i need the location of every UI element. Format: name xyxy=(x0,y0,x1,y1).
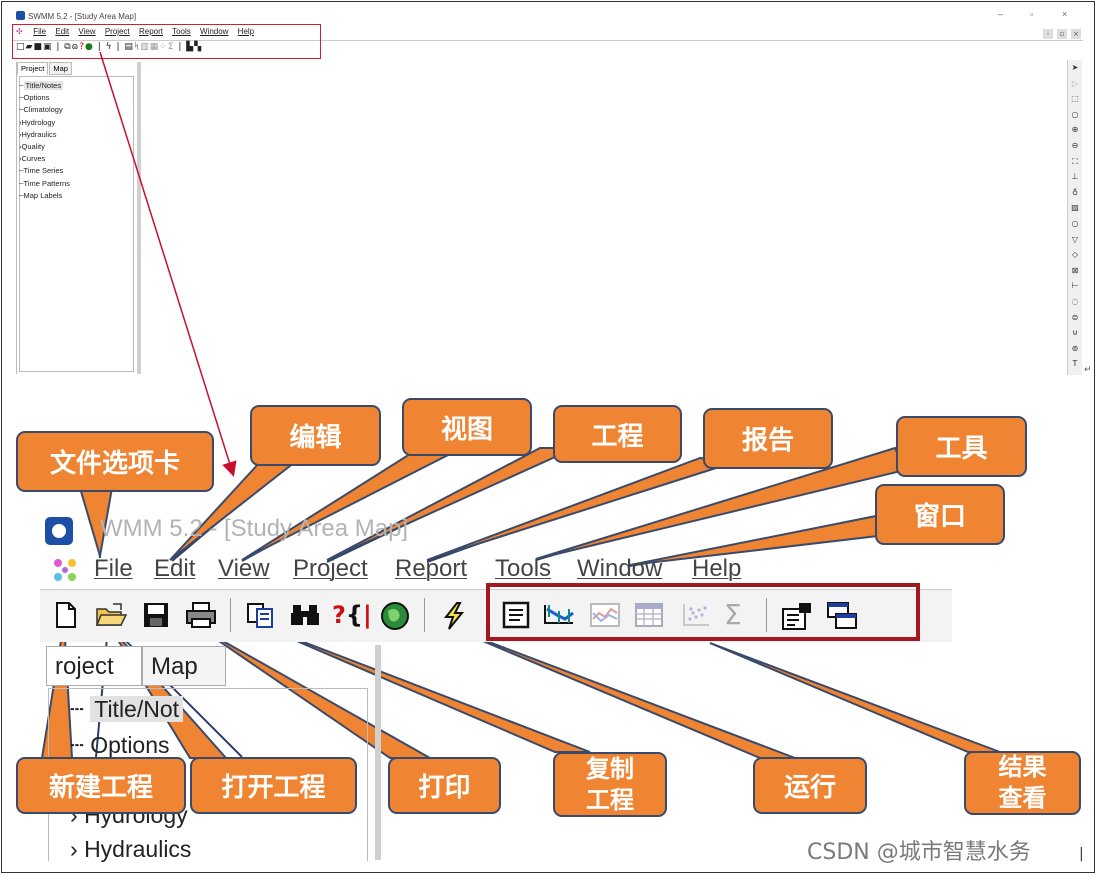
tab-map-zoomed[interactable]: Map xyxy=(142,646,226,686)
red-zoom-arrow xyxy=(99,51,237,477)
callout-view-results: 结果 查看 xyxy=(964,751,1081,815)
copy-clipboard-icon[interactable] xyxy=(245,601,275,635)
tail-run xyxy=(451,627,796,759)
new-file-icon[interactable] xyxy=(54,601,78,635)
callout-project: 工程 xyxy=(553,405,682,463)
callout-window: 窗口 xyxy=(875,484,1005,545)
callout-new-project: 新建工程 xyxy=(16,757,186,814)
menu-file-zoomed[interactable]: File xyxy=(94,555,133,583)
callout-file-tab: 文件选项卡 xyxy=(16,431,214,492)
callout-run: 运行 xyxy=(753,757,867,814)
printer-icon[interactable] xyxy=(185,601,217,635)
toolbar-separator xyxy=(424,598,425,632)
tree-item-title-notes-zoomed[interactable]: Title/Not xyxy=(90,696,184,722)
menu-tools-zoomed[interactable]: Tools xyxy=(495,555,551,583)
callout-edit: 编辑 xyxy=(250,405,381,466)
results-tools-highlight-box xyxy=(486,583,920,641)
menu-report-zoomed[interactable]: Report xyxy=(395,555,467,583)
mdi-grid-icon-large xyxy=(54,559,76,581)
callout-tools: 工具 xyxy=(896,416,1027,477)
menu-help-zoomed[interactable]: Help xyxy=(692,555,741,583)
menu-project-zoomed[interactable]: Project xyxy=(293,555,368,583)
csdn-watermark: CSDN @城市智慧水务 xyxy=(807,840,1031,865)
globe-map-icon[interactable] xyxy=(380,601,410,637)
tab-project-zoomed[interactable]: roject xyxy=(46,646,142,686)
callout-report: 报告 xyxy=(703,408,833,469)
callout-open-project: 打开工程 xyxy=(190,757,357,814)
callout-view: 视图 xyxy=(402,398,532,456)
expand-chevron-icon[interactable]: › xyxy=(70,836,78,862)
save-disk-icon[interactable] xyxy=(142,601,170,635)
zoomed-window-title: WMM 5.2 - [Study Area Map] xyxy=(100,515,409,542)
tail-view-results xyxy=(709,642,1001,753)
query-icon-large[interactable]: ?{| xyxy=(332,601,372,629)
swmm-app-icon-large xyxy=(45,517,73,545)
binoculars-find-icon[interactable] xyxy=(289,601,321,635)
menu-view-zoomed[interactable]: View xyxy=(218,555,270,583)
text-cursor-mark: | xyxy=(1079,846,1084,862)
open-folder-icon[interactable] xyxy=(95,601,128,635)
tree-item-options-zoomed[interactable]: Options xyxy=(90,732,169,758)
menu-edit-zoomed[interactable]: Edit xyxy=(154,555,195,583)
callout-print: 打印 xyxy=(388,757,501,814)
menu-window-zoomed[interactable]: Window xyxy=(577,555,662,583)
toolbar-separator xyxy=(230,598,231,632)
callout-copy-project: 复制 工程 xyxy=(553,752,667,817)
run-lightning-icon[interactable] xyxy=(440,601,468,637)
tree-item-hydraulics-zoomed[interactable]: Hydraulics xyxy=(84,836,191,862)
